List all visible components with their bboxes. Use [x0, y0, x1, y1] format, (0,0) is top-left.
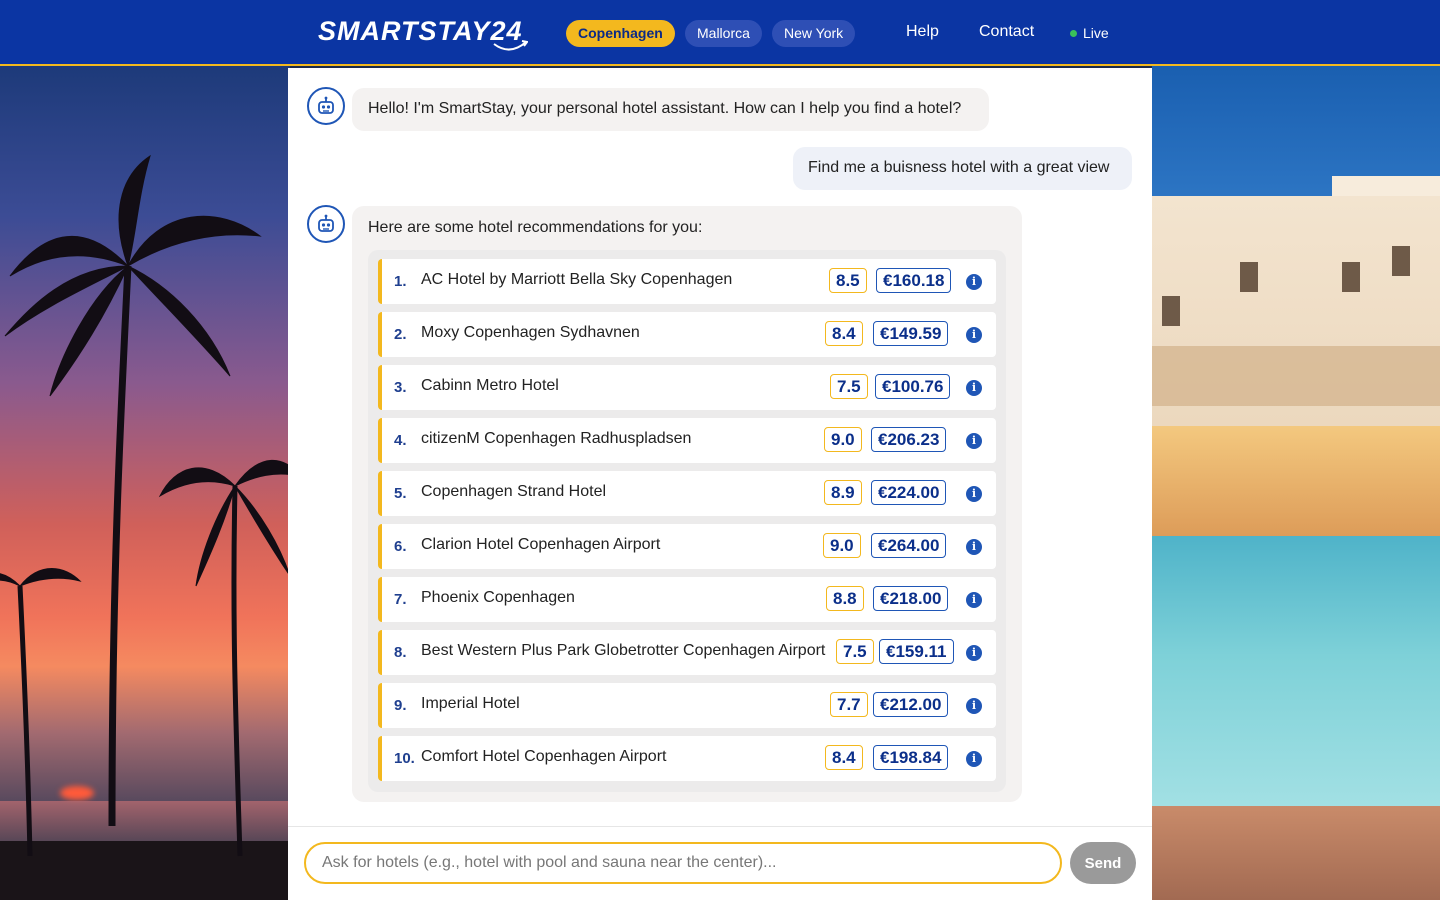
logo-swoosh-icon [493, 40, 528, 51]
window-shape [1240, 262, 1258, 292]
city-tab-mallorca[interactable]: Mallorca [685, 20, 762, 47]
hotel-name[interactable]: Moxy Copenhagen Sydhavnen [421, 324, 640, 342]
live-status-label: Live [1083, 25, 1109, 41]
hotel-price-badge: €218.00 [873, 586, 949, 611]
city-tab-copenhagen[interactable]: Copenhagen [566, 20, 675, 47]
hotel-rank: 4. [394, 432, 407, 449]
help-link[interactable]: Help [906, 23, 939, 41]
hotel-name[interactable]: citizenM Copenhagen Radhuspladsen [421, 430, 691, 448]
hotel-price-badge: €149.59 [873, 321, 949, 346]
hotel-price-badge: €264.00 [871, 533, 947, 558]
balcony-floor-shape [1152, 346, 1440, 406]
info-icon[interactable]: i [966, 274, 982, 290]
hotel-row[interactable]: 1. AC Hotel by Marriott Bella Sky Copenh… [378, 259, 996, 304]
hotel-score-badge: 7.5 [830, 374, 868, 399]
hotel-row[interactable]: 10. Comfort Hotel Copenhagen Airport 8.4… [378, 736, 996, 781]
info-icon[interactable]: i [966, 751, 982, 767]
window-shape [1342, 262, 1360, 292]
hotel-price-badge: €206.23 [871, 427, 947, 452]
hotel-price-badge: €160.18 [876, 268, 952, 293]
info-icon[interactable]: i [966, 433, 982, 449]
hotel-score-badge: 9.0 [823, 533, 861, 558]
send-button[interactable]: Send [1070, 842, 1136, 884]
hotel-row[interactable]: 3. Cabinn Metro Hotel 7.5 €100.76 i [378, 365, 996, 410]
palm-trees-icon [0, 154, 290, 857]
user-message: Find me a buisness hotel with a great vi… [793, 147, 1132, 190]
hotel-score-badge: 8.4 [825, 321, 863, 346]
hotel-price-badge: €212.00 [873, 692, 949, 717]
hotel-name[interactable]: Comfort Hotel Copenhagen Airport [421, 748, 666, 766]
pool-deck-shape [1152, 806, 1440, 900]
info-icon[interactable]: i [966, 539, 982, 555]
hotel-name[interactable]: Phoenix Copenhagen [421, 589, 575, 607]
chat-input[interactable] [304, 842, 1062, 884]
robot-icon [318, 214, 334, 232]
robot-icon [318, 96, 334, 114]
hotel-rank: 6. [394, 538, 407, 555]
recommendation-intro: Here are some hotel recommendations for … [368, 219, 703, 236]
top-navigation-bar: SMARTSTAY24 Copenhagen Mallorca New York… [0, 0, 1440, 66]
hotel-rank: 5. [394, 485, 407, 502]
hotel-rank: 7. [394, 591, 407, 608]
city-tab-new-york[interactable]: New York [772, 20, 856, 47]
hotel-score-badge: 9.0 [824, 427, 862, 452]
pool-shape [1152, 536, 1440, 836]
hotel-score-badge: 8.4 [825, 745, 863, 770]
hotel-rank: 2. [394, 326, 407, 343]
window-shape [1162, 296, 1180, 326]
hotel-row[interactable]: 5. Copenhagen Strand Hotel 8.9 €224.00 i [378, 471, 996, 516]
hotel-rank: 10. [394, 750, 415, 767]
hotel-name[interactable]: Cabinn Metro Hotel [421, 377, 559, 395]
hotel-price-badge: €159.11 [879, 639, 954, 664]
info-icon[interactable]: i [966, 380, 982, 396]
hotel-rank: 9. [394, 697, 407, 714]
live-status: Live [1070, 25, 1109, 41]
info-icon[interactable]: i [966, 486, 982, 502]
hotel-score-badge: 8.9 [824, 480, 862, 505]
hotel-score-badge: 7.5 [836, 639, 874, 664]
hotel-price-badge: €100.76 [875, 374, 951, 399]
hotel-price-badge: €198.84 [873, 745, 949, 770]
bot-avatar [307, 205, 345, 243]
resort-pool-background [1152, 66, 1440, 900]
hotel-name[interactable]: AC Hotel by Marriott Bella Sky Copenhage… [421, 271, 732, 289]
hotel-row[interactable]: 6. Clarion Hotel Copenhagen Airport 9.0 … [378, 524, 996, 569]
live-dot-icon [1070, 30, 1077, 37]
hotel-name[interactable]: Copenhagen Strand Hotel [421, 483, 606, 501]
hotel-row[interactable]: 9. Imperial Hotel 7.7 €212.00 i [378, 683, 996, 728]
contact-link[interactable]: Contact [979, 23, 1034, 41]
bot-avatar [307, 87, 345, 125]
bot-greeting-message: Hello! I'm SmartStay, your personal hote… [352, 88, 989, 131]
hotel-score-badge: 7.7 [830, 692, 868, 717]
hotel-row[interactable]: 4. citizenM Copenhagen Radhuspladsen 9.0… [378, 418, 996, 463]
hotel-price-badge: €224.00 [871, 480, 947, 505]
hotel-name[interactable]: Imperial Hotel [421, 695, 520, 713]
lit-floor-shape [1152, 426, 1440, 536]
info-icon[interactable]: i [966, 698, 982, 714]
sunset-palm-background [0, 66, 290, 900]
hotel-name[interactable]: Clarion Hotel Copenhagen Airport [421, 536, 660, 554]
info-icon[interactable]: i [966, 645, 982, 661]
hotel-rank: 8. [394, 644, 407, 661]
hotel-row[interactable]: 7. Phoenix Copenhagen 8.8 €218.00 i [378, 577, 996, 622]
hotel-row[interactable]: 2. Moxy Copenhagen Sydhavnen 8.4 €149.59… [378, 312, 996, 357]
hotel-row[interactable]: 8. Best Western Plus Park Globetrotter C… [378, 630, 996, 675]
window-shape [1392, 246, 1410, 276]
info-icon[interactable]: i [966, 592, 982, 608]
info-icon[interactable]: i [966, 327, 982, 343]
hotel-score-badge: 8.5 [829, 268, 867, 293]
hotel-score-badge: 8.8 [826, 586, 864, 611]
hotel-name[interactable]: Best Western Plus Park Globetrotter Cope… [421, 642, 825, 660]
hotel-rank: 3. [394, 379, 407, 396]
hotel-rank: 1. [394, 273, 407, 290]
